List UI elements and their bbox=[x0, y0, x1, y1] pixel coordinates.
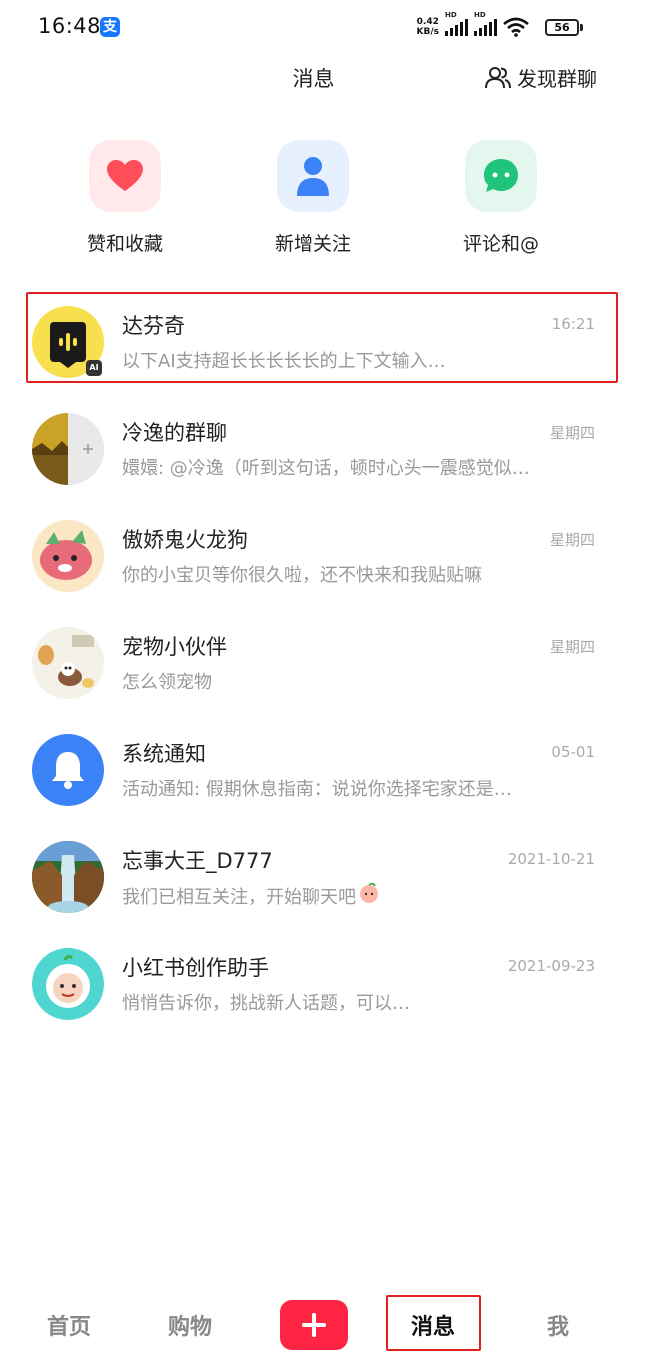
peach-emoji-icon bbox=[358, 882, 380, 909]
chat-preview: 以下AI支持超长长长长长的上下文输入… bbox=[122, 351, 446, 372]
ai-badge: AI bbox=[86, 360, 102, 376]
chat-time: 2021-09-23 bbox=[507, 957, 595, 975]
nav-me[interactable]: 我 bbox=[547, 1309, 569, 1341]
signal-hd-label: HD bbox=[445, 11, 457, 19]
chat-time: 星期四 bbox=[549, 424, 595, 442]
chat-time: 16:21 bbox=[551, 315, 595, 333]
create-post-button[interactable] bbox=[280, 1300, 348, 1350]
avatar bbox=[32, 948, 104, 1020]
chat-row-d777[interactable]: 忘事大王_D777 2021-10-21 我们已相互关注，开始聊天吧 bbox=[0, 827, 647, 927]
status-time: 16:48 bbox=[38, 14, 102, 38]
status-bar: 16:48 支 0.42 KB/s HD HD 56 bbox=[0, 0, 647, 56]
battery-icon: 56 bbox=[545, 19, 579, 36]
chat-row-pet-buddy[interactable]: 宠物小伙伴 星期四 怎么领宠物 bbox=[0, 613, 647, 713]
bell-icon bbox=[32, 734, 104, 806]
avatar bbox=[32, 520, 104, 592]
network-speed-unit: KB/s bbox=[416, 27, 439, 37]
chat-row-creator-assistant[interactable]: 小红书创作助手 2021-09-23 悄悄告诉你，挑战新人话题，可以… bbox=[0, 934, 647, 1034]
chat-time: 2021-10-21 bbox=[507, 850, 595, 868]
network-speed-value: 0.42 bbox=[416, 17, 439, 27]
discover-group-chat-button[interactable]: 发现群聊 bbox=[485, 63, 597, 92]
chat-name: 宠物小伙伴 bbox=[122, 635, 227, 659]
wifi-icon bbox=[503, 17, 529, 37]
avatar bbox=[32, 841, 104, 913]
chat-preview: 我们已相互关注，开始聊天吧 bbox=[122, 882, 380, 909]
chat-row-group[interactable]: 冷逸的群聊 星期四 嬛嬛: @冷逸（听到这句话，顿时心头一震感觉似… bbox=[0, 399, 647, 499]
status-indicators: 0.42 KB/s HD HD bbox=[417, 11, 529, 38]
chat-preview: 你的小宝贝等你很久啦，还不快来和我贴贴嘛 bbox=[122, 565, 482, 586]
avatar bbox=[32, 627, 104, 699]
chat-time: 05-01 bbox=[551, 743, 595, 761]
network-speed: 0.42 KB/s bbox=[417, 17, 439, 37]
quick-action-label: 评论和@ bbox=[462, 233, 539, 255]
signal-icon-2: HD bbox=[474, 11, 497, 36]
chat-row-davinci[interactable]: 达芬奇 16:21 以下AI支持超长长长长长的上下文输入… bbox=[0, 292, 647, 392]
nav-messages[interactable]: 消息 bbox=[411, 1309, 455, 1341]
chat-row-dragon-dog[interactable]: 傲娇鬼火龙狗 星期四 你的小宝贝等你很久啦，还不快来和我贴贴嘛 bbox=[0, 506, 647, 606]
chat-preview: 怎么领宠物 bbox=[122, 672, 212, 693]
person-icon bbox=[277, 140, 349, 212]
chat-preview: 悄悄告诉你，挑战新人话题，可以… bbox=[122, 993, 410, 1014]
chat-name: 忘事大王_D777 bbox=[122, 849, 273, 873]
chat-row-system-notice[interactable]: 系统通知 05-01 活动通知: 假期休息指南：说说你选择宅家还是… bbox=[0, 720, 647, 820]
nav-shop[interactable]: 购物 bbox=[168, 1309, 212, 1341]
plus-icon bbox=[302, 1313, 326, 1337]
quick-action-label: 赞和收藏 bbox=[86, 233, 163, 255]
group-avatar bbox=[32, 413, 104, 485]
chat-bubble-icon bbox=[465, 140, 537, 212]
bottom-nav: 首页 购物 消息 我 bbox=[0, 1290, 647, 1357]
comments-and-mentions-button[interactable]: 评论和@ bbox=[431, 140, 571, 256]
chat-preview-text: 我们已相互关注，开始聊天吧 bbox=[122, 886, 356, 908]
chat-name: 傲娇鬼火龙狗 bbox=[122, 528, 248, 552]
chat-name: 达芬奇 bbox=[122, 314, 185, 338]
alipay-icon: 支 bbox=[100, 17, 120, 37]
nav-home[interactable]: 首页 bbox=[47, 1309, 91, 1341]
chat-preview: 活动通知: 假期休息指南：说说你选择宅家还是… bbox=[122, 779, 512, 800]
heart-icon bbox=[89, 140, 161, 212]
signal-icon: HD bbox=[445, 11, 468, 36]
chat-name: 冷逸的群聊 bbox=[122, 421, 227, 445]
battery-tip bbox=[580, 24, 583, 31]
signal-hd-label-2: HD bbox=[474, 11, 486, 19]
discover-label: 发现群聊 bbox=[517, 67, 597, 91]
quick-action-label: 新增关注 bbox=[274, 233, 351, 255]
new-followers-button[interactable]: 新增关注 bbox=[243, 140, 383, 256]
chat-time: 星期四 bbox=[549, 638, 595, 656]
chat-name: 系统通知 bbox=[122, 742, 206, 766]
chat-time: 星期四 bbox=[549, 531, 595, 549]
chat-name: 小红书创作助手 bbox=[122, 956, 269, 980]
chat-preview: 嬛嬛: @冷逸（听到这句话，顿时心头一震感觉似… bbox=[122, 458, 530, 479]
people-icon bbox=[485, 66, 511, 90]
likes-and-favorites-button[interactable]: 赞和收藏 bbox=[55, 140, 195, 256]
